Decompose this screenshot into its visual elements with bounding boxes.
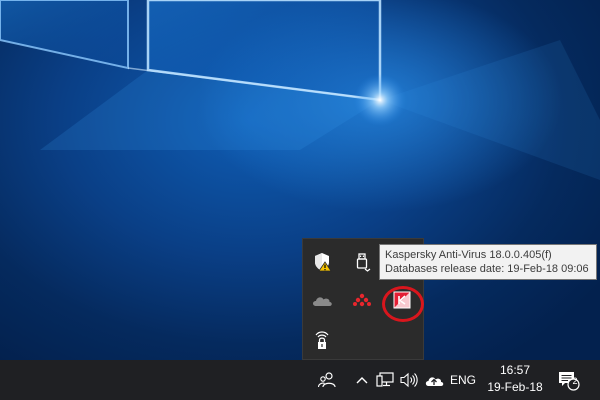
tooltip-product-version: Kaspersky Anti-Virus 18.0.0.405(f) — [385, 249, 552, 261]
usb-eject-icon[interactable] — [345, 245, 379, 279]
clock[interactable]: 16:57 19-Feb-18 — [482, 362, 548, 398]
language-indicator[interactable]: ENG — [448, 360, 478, 400]
vpn-lock-icon[interactable] — [305, 323, 339, 357]
tooltip-database-date: Databases release date: 19-Feb-18 09:06 — [385, 263, 589, 275]
volume-icon[interactable] — [398, 360, 420, 400]
people-icon[interactable] — [312, 360, 342, 400]
clock-time: 16:57 — [499, 363, 531, 377]
taskbar: ENG 16:57 19-Feb-18 2 — [0, 360, 600, 400]
windows-defender-warning-icon[interactable] — [305, 245, 339, 279]
onedrive-cloud-icon[interactable] — [305, 283, 339, 317]
red-dots-app-icon[interactable] — [345, 283, 379, 317]
show-hidden-icons-chevron-icon[interactable] — [352, 360, 372, 400]
network-icon[interactable] — [374, 360, 396, 400]
kaspersky-tooltip: Kaspersky Anti-Virus 18.0.0.405(f) Datab… — [379, 244, 597, 280]
onedrive-sync-icon[interactable] — [422, 360, 446, 400]
clock-date: 19-Feb-18 — [487, 380, 543, 394]
notification-count-badge: 2 — [572, 376, 578, 386]
highlight-circle — [382, 286, 424, 322]
windows-logo-wallpaper — [0, 0, 600, 180]
action-center-button[interactable]: 2 — [554, 360, 584, 400]
desktop-wallpaper — [0, 0, 600, 360]
